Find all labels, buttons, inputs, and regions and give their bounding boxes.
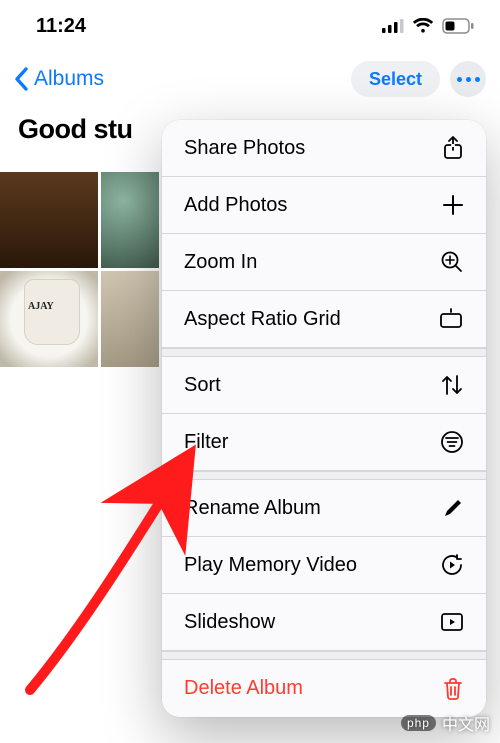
menu-label: Zoom In — [184, 251, 440, 274]
photo-cup-label: AJAY — [28, 301, 54, 312]
menu-delete-album[interactable]: Delete Album — [162, 660, 486, 717]
menu-label: Add Photos — [184, 194, 442, 217]
status-icons — [382, 18, 474, 34]
back-label: Albums — [34, 67, 104, 91]
chevron-left-icon — [14, 67, 30, 91]
menu-play-memory-video[interactable]: Play Memory Video — [162, 537, 486, 594]
menu-aspect-ratio-grid[interactable]: Aspect Ratio Grid — [162, 291, 486, 348]
menu-divider — [162, 651, 486, 660]
menu-label: Rename Album — [184, 497, 442, 520]
menu-add-photos[interactable]: Add Photos — [162, 177, 486, 234]
magnify-plus-icon — [440, 250, 464, 274]
menu-sort[interactable]: Sort — [162, 357, 486, 414]
menu-label: Slideshow — [184, 611, 440, 634]
nav-bar: Albums Select — [0, 52, 500, 106]
select-label: Select — [369, 69, 422, 90]
cellular-icon — [382, 19, 404, 33]
menu-divider — [162, 348, 486, 357]
battery-icon — [442, 18, 474, 34]
wifi-icon — [412, 18, 434, 34]
photo-thumbnail[interactable]: AJAY — [0, 271, 98, 367]
select-button[interactable]: Select — [351, 61, 440, 97]
menu-share-photos[interactable]: Share Photos — [162, 120, 486, 177]
watermark-text: 中文网 — [442, 711, 490, 735]
menu-slideshow[interactable]: Slideshow — [162, 594, 486, 651]
memory-play-icon — [440, 553, 464, 577]
screen: 11:24 Albums Select Good stu — [0, 0, 500, 743]
menu-filter[interactable]: Filter — [162, 414, 486, 471]
photo-thumbnail[interactable] — [0, 172, 98, 268]
menu-label: Play Memory Video — [184, 554, 440, 577]
photo-thumbnail[interactable] — [101, 271, 159, 367]
trash-icon — [442, 677, 464, 701]
plus-icon — [442, 194, 464, 216]
watermark: php 中文网 — [401, 711, 490, 735]
pencil-icon — [442, 497, 464, 519]
more-icon — [457, 77, 480, 82]
context-menu: Share Photos Add Photos Zoom In Aspect R… — [162, 120, 486, 717]
sort-icon — [440, 374, 464, 396]
watermark-badge: php — [401, 715, 436, 731]
photo-thumbnail[interactable] — [101, 172, 159, 268]
menu-label: Share Photos — [184, 137, 442, 160]
menu-zoom-in[interactable]: Zoom In — [162, 234, 486, 291]
menu-label: Aspect Ratio Grid — [184, 308, 438, 331]
aspect-ratio-icon — [438, 308, 464, 330]
status-time: 11:24 — [36, 15, 86, 38]
more-button[interactable] — [450, 61, 486, 97]
menu-label: Sort — [184, 374, 440, 397]
status-bar: 11:24 — [0, 0, 500, 52]
menu-rename-album[interactable]: Rename Album — [162, 480, 486, 537]
share-icon — [442, 136, 464, 160]
nav-right: Select — [351, 61, 486, 97]
menu-label: Delete Album — [184, 677, 442, 700]
menu-label: Filter — [184, 431, 440, 454]
slideshow-icon — [440, 612, 464, 632]
back-button[interactable]: Albums — [14, 67, 104, 91]
filter-icon — [440, 430, 464, 454]
menu-divider — [162, 471, 486, 480]
